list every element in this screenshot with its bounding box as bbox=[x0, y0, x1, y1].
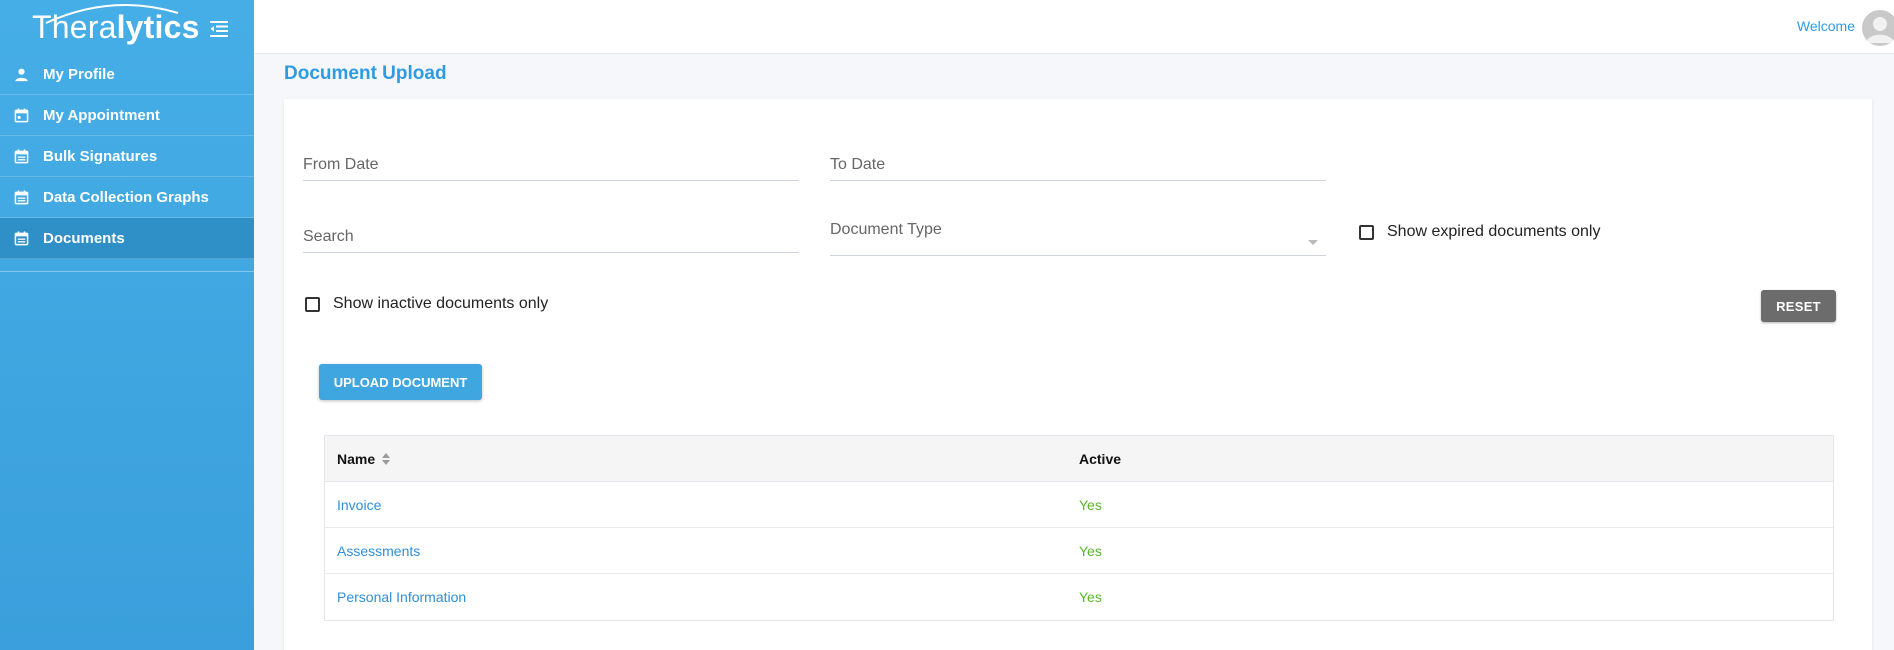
logo-arc-icon bbox=[45, 3, 179, 24]
sidebar-item-label: My Appointment bbox=[43, 106, 160, 124]
document-name-link[interactable]: Invoice bbox=[337, 497, 381, 513]
brand: Theralytics bbox=[0, 0, 254, 54]
document-type-label: Document Type bbox=[830, 221, 942, 238]
checkbox-icon[interactable] bbox=[1359, 224, 1374, 240]
sidebar-nav: My Profile My Appointment Bulk Signature… bbox=[0, 54, 254, 259]
page-title: Document Upload bbox=[284, 63, 447, 84]
table-row: Assessments Yes bbox=[325, 528, 1833, 574]
sidebar-item-label: Documents bbox=[43, 229, 125, 247]
table-header: Name Active bbox=[325, 436, 1833, 482]
sidebar: Theralytics My Profile My Appointment Bu… bbox=[0, 0, 254, 650]
sort-icon[interactable] bbox=[381, 452, 391, 466]
chevron-down-icon bbox=[1308, 240, 1318, 245]
active-status: Yes bbox=[1079, 542, 1102, 559]
user-avatar-icon bbox=[1862, 10, 1894, 46]
welcome-text[interactable]: Welcome bbox=[1797, 18, 1855, 34]
expired-only-label: Show expired documents only bbox=[1387, 223, 1601, 240]
document-name-link[interactable]: Assessments bbox=[337, 543, 420, 559]
expired-only-checkbox[interactable]: Show expired documents only bbox=[1359, 223, 1600, 241]
sidebar-item-data-collection-graphs[interactable]: Data Collection Graphs bbox=[0, 177, 254, 218]
sidebar-item-documents[interactable]: Documents bbox=[0, 218, 254, 259]
search-label: Search bbox=[303, 228, 354, 245]
active-status: Yes bbox=[1079, 496, 1102, 513]
sidebar-item-label: My Profile bbox=[43, 65, 115, 83]
reset-button[interactable]: RESET bbox=[1761, 290, 1836, 322]
table-row: Personal Information Yes bbox=[325, 574, 1833, 620]
search-input[interactable]: Search bbox=[303, 219, 799, 253]
sidebar-item-label: Bulk Signatures bbox=[43, 147, 158, 165]
column-header-name[interactable]: Name bbox=[325, 451, 1079, 467]
active-status: Yes bbox=[1079, 589, 1102, 605]
sidebar-item-label: Data Collection Graphs bbox=[43, 188, 209, 206]
avatar[interactable] bbox=[1862, 10, 1894, 46]
checkbox-icon[interactable] bbox=[305, 296, 320, 312]
calendar-icon bbox=[14, 107, 29, 122]
upload-document-button[interactable]: UPLOAD DOCUMENT bbox=[319, 364, 482, 400]
menu-collapse-icon[interactable] bbox=[210, 21, 228, 37]
inactive-only-label: Show inactive documents only bbox=[333, 295, 549, 312]
document-name-link[interactable]: Personal Information bbox=[337, 589, 466, 605]
documents-table: Name Active Invoice Yes Assessments Yes … bbox=[324, 435, 1834, 621]
person-icon bbox=[15, 68, 28, 81]
sidebar-item-my-appointment[interactable]: My Appointment bbox=[0, 95, 254, 136]
table-row: Invoice Yes bbox=[325, 482, 1833, 528]
to-date-label: To Date bbox=[830, 156, 886, 173]
sidebar-divider bbox=[0, 271, 254, 272]
from-date-field[interactable]: From Date bbox=[303, 147, 799, 181]
column-header-active: Active bbox=[1079, 450, 1122, 467]
logo[interactable]: Theralytics bbox=[32, 3, 200, 46]
sidebar-item-bulk-signatures[interactable]: Bulk Signatures bbox=[0, 136, 254, 177]
sidebar-item-my-profile[interactable]: My Profile bbox=[0, 54, 254, 95]
document-type-select[interactable]: Document Type bbox=[830, 213, 1326, 256]
top-bar: Welcome bbox=[254, 0, 1894, 54]
document-upload-card: From Date To Date Search Document Type S… bbox=[284, 99, 1872, 650]
calendar-icon bbox=[14, 148, 29, 163]
from-date-label: From Date bbox=[303, 156, 379, 173]
inactive-only-checkbox[interactable]: Show inactive documents only bbox=[305, 295, 548, 313]
calendar-icon bbox=[14, 189, 29, 204]
to-date-field[interactable]: To Date bbox=[830, 147, 1326, 181]
calendar-icon bbox=[14, 230, 29, 245]
